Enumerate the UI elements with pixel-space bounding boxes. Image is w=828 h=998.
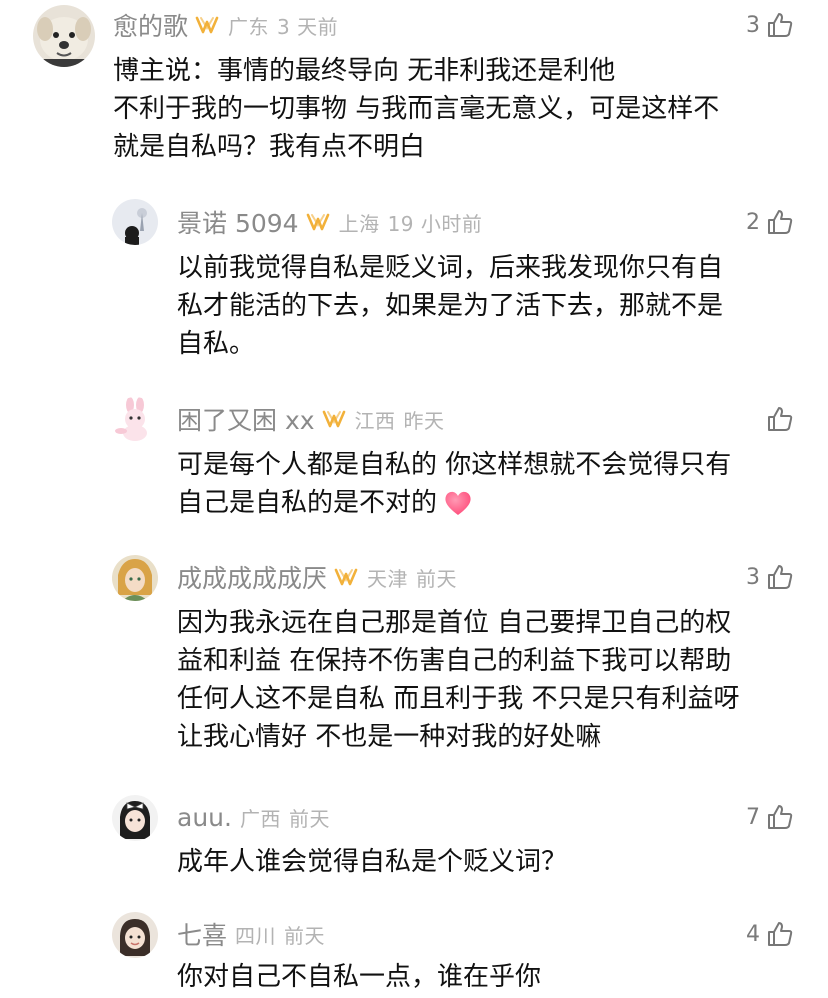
- gold-badge-icon: [305, 211, 331, 233]
- timestamp: 前天: [416, 566, 458, 591]
- username[interactable]: 困了又困 xx: [177, 401, 315, 437]
- username[interactable]: 景诺 5094: [177, 204, 299, 240]
- anime-character-avatar[interactable]: [112, 555, 158, 601]
- comment-text: 博主说：事情的最终导向 无非利我还是利他 不利于我的一切事物 与我而言毫无意义，…: [113, 56, 720, 162]
- timestamp: 前天: [284, 923, 326, 948]
- like-count: 3: [746, 564, 760, 590]
- thumbs-up-icon[interactable]: [766, 208, 794, 236]
- like-button[interactable]: 3: [746, 557, 794, 597]
- comment-text: 你对自己不自私一点，谁在乎你: [177, 962, 542, 992]
- username[interactable]: 愈的歌: [113, 7, 188, 43]
- heart-emoji: [443, 489, 473, 528]
- timestamp: 3 天前: [277, 14, 339, 39]
- thumbs-up-icon[interactable]: [766, 563, 794, 591]
- like-count: 7: [746, 804, 760, 830]
- girl-with-bow-avatar[interactable]: [112, 795, 158, 841]
- like-button[interactable]: 2: [746, 202, 794, 242]
- night-scene-avatar[interactable]: [112, 199, 158, 245]
- bunny-avatar[interactable]: [112, 397, 158, 443]
- like-button[interactable]: 4: [746, 914, 794, 954]
- like-button[interactable]: 7: [746, 797, 794, 837]
- like-count: 2: [746, 209, 760, 235]
- timestamp: 前天: [288, 806, 330, 831]
- username[interactable]: auu.: [177, 803, 232, 832]
- gold-badge-icon: [321, 408, 347, 430]
- thumbs-up-icon[interactable]: [766, 803, 794, 831]
- username[interactable]: 七喜: [177, 916, 227, 952]
- like-count: 4: [746, 921, 760, 947]
- location: 天津: [367, 566, 409, 591]
- location: 广西: [239, 806, 281, 831]
- location: 广东: [228, 14, 270, 39]
- like-button[interactable]: [760, 399, 794, 439]
- girl-portrait-avatar[interactable]: [112, 912, 158, 958]
- timestamp: 昨天: [403, 408, 445, 433]
- timestamp: 19 小时前: [387, 211, 483, 236]
- location: 江西: [354, 408, 396, 433]
- thumbs-up-icon[interactable]: [766, 405, 794, 433]
- gold-badge-icon: [194, 14, 220, 36]
- location: 上海: [338, 211, 380, 236]
- comment-text: 可是每个人都是自私的 你这样想就不会觉得只有 自己是自私的是不对的: [177, 446, 827, 528]
- comment-text: 以前我觉得自私是贬义词，后来我发现你只有自 私才能活的下去，如果是为了活下去，那…: [177, 253, 724, 359]
- thumbs-up-icon[interactable]: [766, 11, 794, 39]
- comment-text: 成年人谁会觉得自私是个贬义词？: [177, 847, 568, 877]
- gold-badge-icon: [333, 566, 359, 588]
- puppy-avatar[interactable]: [33, 5, 95, 67]
- username[interactable]: 成成成成成厌: [177, 559, 327, 595]
- comment-text: 因为我永远在自己那是首位 自己要捍卫自己的权 益和利益 在保持不伤害自己的利益下…: [177, 608, 740, 752]
- like-button[interactable]: 3: [746, 5, 794, 45]
- location: 四川: [235, 923, 277, 948]
- like-count: 3: [746, 12, 760, 38]
- thumbs-up-icon[interactable]: [766, 920, 794, 948]
